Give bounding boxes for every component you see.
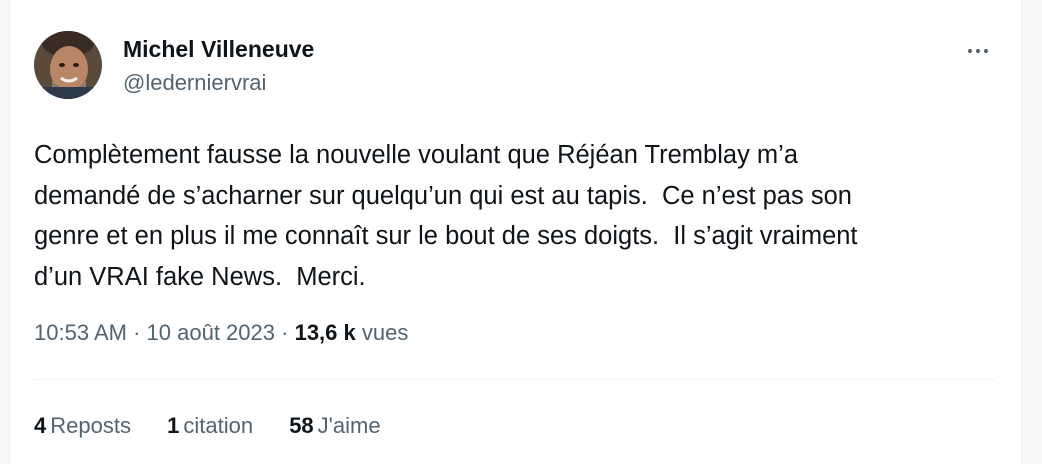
likes-label: J'aime: [317, 413, 381, 438]
quotes-stat[interactable]: 1 citation: [167, 413, 253, 439]
more-options-button[interactable]: [960, 34, 996, 64]
quotes-count: 1: [167, 413, 180, 438]
views-label: vues: [361, 320, 409, 345]
reposts-count: 4: [34, 413, 47, 438]
tweet-timestamp[interactable]: 10:53 AM · 10 août 2023: [34, 320, 275, 345]
reposts-stat[interactable]: 4 Reposts: [34, 413, 131, 439]
quotes-label: citation: [183, 413, 254, 438]
tweet-date: 10 août 2023: [146, 320, 275, 345]
likes-stat[interactable]: 58 J'aime: [289, 413, 380, 439]
meta-separator: ·: [133, 320, 141, 345]
likes-count: 58: [289, 413, 314, 438]
reposts-label: Reposts: [50, 413, 131, 438]
author-handle[interactable]: @ledernierv​rai: [123, 70, 266, 96]
more-horizontal-icon: [966, 40, 990, 58]
meta-separator: ·: [281, 320, 289, 345]
tweet-meta: 10:53 AM · 10 août 2023 · 13,6 k vues: [34, 320, 408, 346]
views-link[interactable]: 13,6 k vues: [295, 320, 409, 345]
avatar[interactable]: [34, 31, 102, 99]
divider: [34, 379, 995, 380]
tweet-text: Complètement fausse la nouvelle voulant …: [34, 141, 858, 291]
engagement-stats: 4 Reposts 1 citation 58 J'aime: [34, 413, 411, 439]
views-count: 13,6 k: [294, 320, 356, 345]
tweet-time: 10:53 AM: [34, 320, 127, 345]
tweet-card: Michel Villeneuve @ledernierv​rai Complè…: [9, 0, 1022, 464]
author-name[interactable]: Michel Villeneuve: [123, 36, 314, 63]
